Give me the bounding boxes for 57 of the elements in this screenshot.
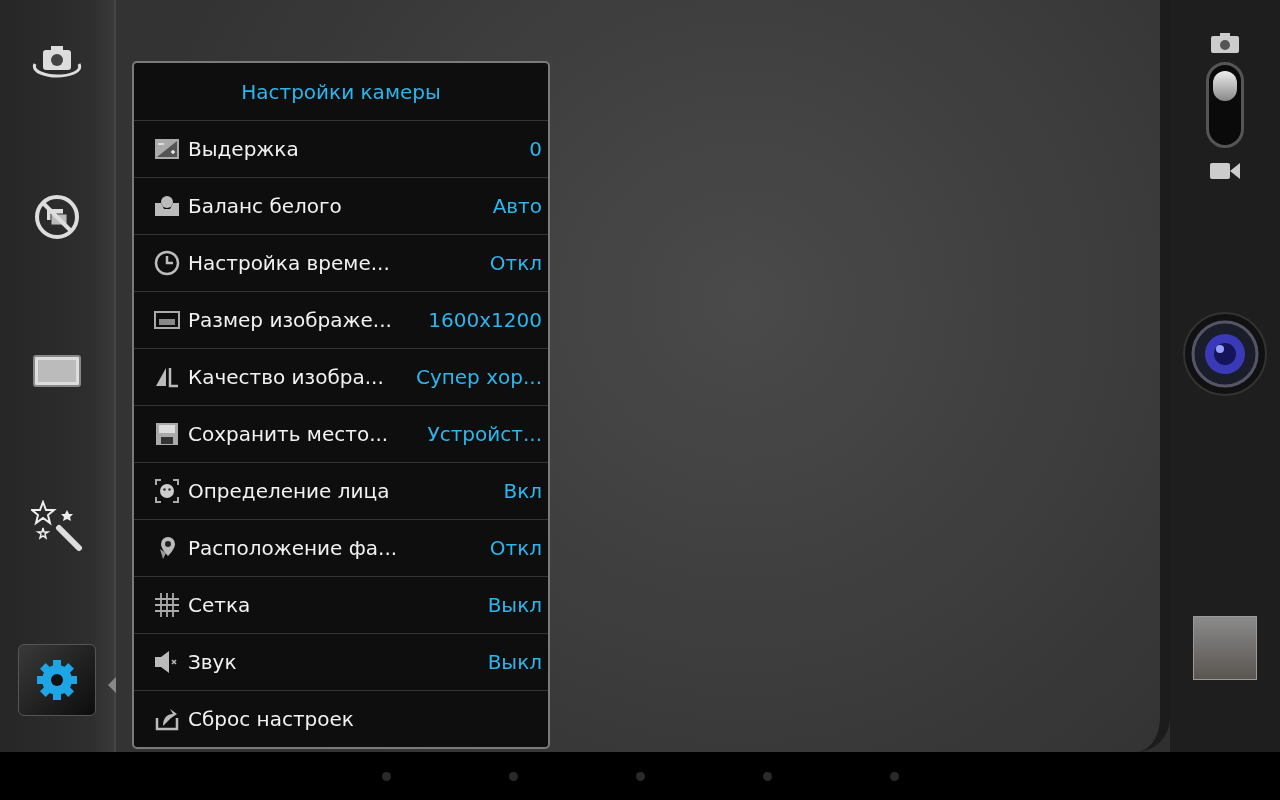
setting-label: Качество изобра... — [188, 365, 385, 389]
setting-value: 0 — [529, 137, 542, 161]
settings-row[interactable]: Качество изобра... Супер хор... — [134, 349, 548, 406]
setting-value: Супер хор... — [415, 365, 542, 389]
setting-value: Выкл — [487, 593, 542, 617]
settings-row[interactable]: Расположение фа... Откл — [134, 520, 548, 577]
nav-dot-icon — [762, 771, 772, 781]
setting-label: Сброс настроек — [188, 707, 355, 731]
face-detection-icon — [154, 478, 180, 504]
setting-label: Сетка — [188, 593, 252, 617]
camera-icon — [1210, 32, 1240, 54]
setting-value: Устройст... — [427, 422, 542, 446]
settings-row[interactable]: Баланс белого Авто — [134, 178, 548, 235]
settings-row[interactable]: Размер изображе... 1600x1200 — [134, 292, 548, 349]
setting-label: Сохранить место... — [188, 422, 390, 446]
timer-icon — [154, 250, 180, 276]
nav-dot-icon — [381, 771, 391, 781]
settings-row[interactable]: Настройка време... Откл — [134, 235, 548, 292]
settings-button[interactable] — [18, 644, 96, 716]
setting-label: Баланс белого — [188, 194, 343, 218]
reset-icon — [154, 706, 180, 732]
setting-label: Размер изображе... — [188, 308, 393, 332]
setting-value: Выкл — [487, 650, 542, 674]
switch-knob[interactable] — [1213, 71, 1237, 101]
setting-value: Авто — [492, 194, 542, 218]
mode-switch[interactable] — [1206, 62, 1244, 148]
video-camera-icon — [1209, 160, 1241, 182]
shutter-lens-button[interactable] — [1183, 312, 1267, 396]
settings-row[interactable]: Сохранить место... Устройст... — [134, 406, 548, 463]
setting-label: Настройка време... — [188, 251, 391, 275]
grid-icon — [154, 592, 180, 618]
settings-row[interactable]: Определение лица Вкл — [134, 463, 548, 520]
settings-row[interactable]: Сброс настроек — [134, 691, 548, 747]
exposure-icon — [154, 136, 180, 162]
setting-label: Звук — [188, 650, 238, 674]
settings-row[interactable]: Сетка Выкл — [134, 577, 548, 634]
nav-dot-icon — [889, 771, 899, 781]
settings-row[interactable]: Выдержка 0 — [134, 121, 548, 178]
storage-icon — [154, 421, 180, 447]
setting-value: Откл — [489, 536, 542, 560]
settings-icon — [34, 657, 80, 703]
settings-row[interactable]: Звук Выкл — [134, 634, 548, 691]
photo-thumbnail[interactable] — [1193, 616, 1257, 680]
setting-label: Выдержка — [188, 137, 300, 161]
menu-title: Настройки камеры — [134, 63, 548, 121]
nav-dot-icon — [508, 771, 518, 781]
speaker-muted-icon — [154, 649, 180, 675]
setting-value: 1600x1200 — [428, 308, 542, 332]
color-balance-icon — [154, 193, 180, 219]
setting-value: Откл — [489, 251, 542, 275]
effects-wand-icon — [31, 499, 83, 552]
burst-off-icon — [33, 192, 81, 241]
aspect-ratio-icon — [32, 354, 82, 388]
nav-dot-icon — [635, 771, 645, 781]
setting-label: Определение лица — [188, 479, 391, 503]
setting-value: Вкл — [503, 479, 542, 503]
setting-label: Расположение фа... — [188, 536, 399, 560]
